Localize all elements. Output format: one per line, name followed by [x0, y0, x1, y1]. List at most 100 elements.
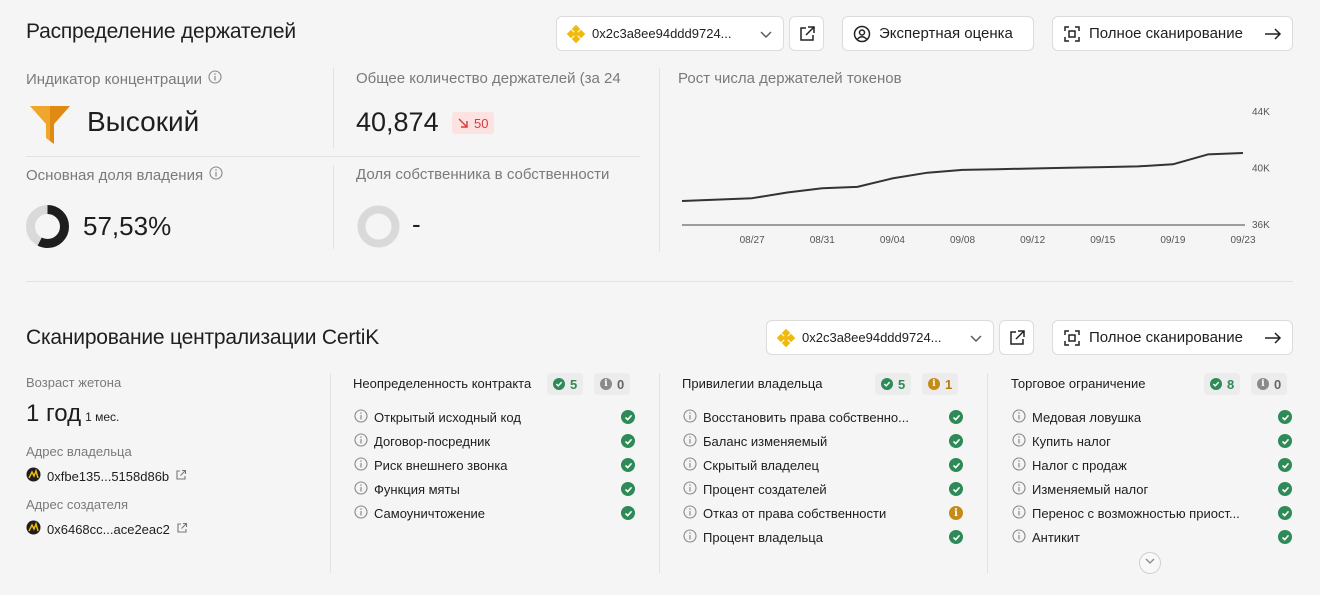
expert-rating-button[interactable]: Экспертная оценка — [842, 16, 1034, 51]
check-item[interactable]: Самоуничтожение — [354, 504, 606, 522]
external-link-icon[interactable] — [175, 469, 187, 484]
info-icon[interactable] — [683, 408, 697, 426]
ok-count: 5 — [898, 376, 906, 392]
info-icon[interactable] — [683, 504, 697, 522]
check-item[interactable]: Процент создателей — [683, 480, 934, 498]
full-scan-label: Полное сканирование — [1089, 25, 1243, 42]
owner-share-value: - — [412, 209, 421, 239]
check-item[interactable]: Медовая ловушка — [1012, 408, 1263, 426]
info-icon[interactable] — [354, 504, 368, 522]
full-scan-label: Полное сканирование — [1089, 329, 1243, 346]
check-circle-icon — [553, 378, 565, 390]
info-icon[interactable] — [1012, 480, 1026, 498]
main-share-value: 57,53% — [83, 211, 172, 241]
check-circle-icon — [1278, 506, 1292, 520]
check-item[interactable]: Налог с продаж — [1012, 456, 1263, 474]
info-icon[interactable] — [209, 166, 223, 185]
expand-button[interactable] — [1139, 552, 1161, 574]
info-icon[interactable] — [1012, 528, 1026, 546]
holders-line-series — [681, 152, 1244, 202]
check-circle-icon — [949, 458, 963, 472]
external-link-icon[interactable] — [176, 522, 188, 537]
full-scan-button[interactable]: Полное сканирование — [1052, 16, 1293, 51]
check-circle-icon — [621, 482, 635, 496]
check-item[interactable]: Договор-посредник — [354, 432, 606, 450]
check-circle-icon — [1278, 482, 1292, 496]
info-icon[interactable] — [354, 456, 368, 474]
x-tick-label: 08/27 — [740, 235, 765, 246]
check-item-name: Медовая ловушка — [1032, 409, 1142, 425]
info-icon[interactable] — [354, 432, 368, 450]
info-icon[interactable] — [1012, 504, 1026, 522]
column-title: Привилегии владельца — [682, 376, 823, 391]
x-tick-label: 09/15 — [1090, 235, 1115, 246]
main-share-label: Основная доля владения — [26, 167, 204, 184]
check-circle-icon — [1278, 458, 1292, 472]
token-age-suffix: 1 мес. — [85, 410, 120, 424]
contract-selector[interactable]: 0x2c3a8ee94ddd9724... — [766, 320, 994, 355]
token-age: 1 год 1 мес. — [26, 400, 119, 428]
concentration-value: Высокий — [87, 106, 200, 137]
x-tick-label: 09/04 — [880, 235, 905, 246]
arrow-right-icon — [1264, 27, 1282, 41]
holders-change-value: 50 — [474, 115, 489, 131]
x-tick-label: 09/19 — [1160, 235, 1185, 246]
info-icon[interactable] — [683, 480, 697, 498]
owner-address-value: 0xfbe135...5158d86b — [47, 468, 170, 484]
other-count: 0 — [1274, 376, 1282, 392]
x-tick-label: 09/08 — [950, 235, 975, 246]
info-icon[interactable] — [683, 528, 697, 546]
check-item[interactable]: Перенос с возможностью приост... — [1012, 504, 1263, 522]
check-item-name: Самоуничтожение — [374, 505, 485, 521]
holders-change-badge: 50 — [452, 112, 495, 134]
check-item[interactable]: Восстановить права собственно... — [683, 408, 934, 426]
check-circle-icon — [949, 410, 963, 424]
token-age-value: 1 год — [26, 400, 82, 427]
check-item[interactable]: Функция мяты — [354, 480, 606, 498]
external-link-icon — [798, 25, 816, 43]
external-link-button[interactable] — [999, 320, 1034, 355]
check-item-name: Процент владельца — [703, 529, 823, 545]
chain-logo-icon — [26, 467, 41, 485]
check-item[interactable]: Купить налог — [1012, 432, 1263, 450]
ok-count-badge: 5 — [547, 373, 584, 395]
check-item[interactable]: Риск внешнего звонка — [354, 456, 606, 474]
section-divider — [26, 281, 1293, 282]
y-tick-label: 40K — [1252, 164, 1270, 175]
check-item[interactable]: Отказ от права собственности — [683, 504, 934, 522]
info-icon[interactable] — [1012, 408, 1026, 426]
info-icon[interactable] — [1012, 432, 1026, 450]
check-item[interactable]: Открытый исходный код — [354, 408, 606, 426]
info-icon[interactable] — [354, 480, 368, 498]
check-item-name: Антикит — [1032, 529, 1080, 545]
check-item-name: Изменяемый налог — [1032, 481, 1149, 497]
creator-address[interactable]: 0x6468cc...ace2eac2 — [26, 520, 188, 538]
info-icon[interactable] — [683, 456, 697, 474]
contract-selector[interactable]: 0x2c3a8ee94ddd9724... — [556, 16, 784, 51]
info-icon[interactable] — [354, 408, 368, 426]
check-item-name: Баланс изменяемый — [703, 433, 828, 449]
full-scan-button[interactable]: Полное сканирование — [1052, 320, 1293, 355]
holders-growth-chart: 44K 40K 36K 08/27 08/31 09/04 09/08 09/12 09/15 0… — [681, 107, 1270, 246]
external-link-button[interactable] — [789, 16, 824, 51]
chevron-down-icon — [1144, 554, 1156, 572]
ok-count-badge: 5 — [875, 373, 912, 395]
check-item[interactable]: Баланс изменяемый — [683, 432, 934, 450]
holders-title: Распределение держателей — [26, 20, 296, 43]
check-item[interactable]: Изменяемый налог — [1012, 480, 1263, 498]
certik-title: Сканирование централизации CertiK — [26, 326, 380, 349]
info-icon[interactable] — [683, 432, 697, 450]
creator-address-label: Адрес создателя — [26, 497, 128, 512]
check-item[interactable]: Скрытый владелец — [683, 456, 934, 474]
info-icon[interactable] — [1012, 456, 1026, 474]
owner-address[interactable]: 0xfbe135...5158d86b — [26, 467, 187, 485]
creator-address-value: 0x6468cc...ace2eac2 — [47, 521, 170, 537]
divider — [659, 68, 660, 252]
main-share-header: Основная доля владения — [26, 166, 223, 185]
arrow-right-icon — [1264, 331, 1282, 345]
info-icon[interactable] — [208, 70, 222, 89]
column-title: Неопределенность контракта — [353, 376, 532, 391]
check-item[interactable]: Антикит — [1012, 528, 1263, 546]
check-item[interactable]: Процент владельца — [683, 528, 934, 546]
concentration-label: Индикатор концентрации — [26, 71, 202, 88]
